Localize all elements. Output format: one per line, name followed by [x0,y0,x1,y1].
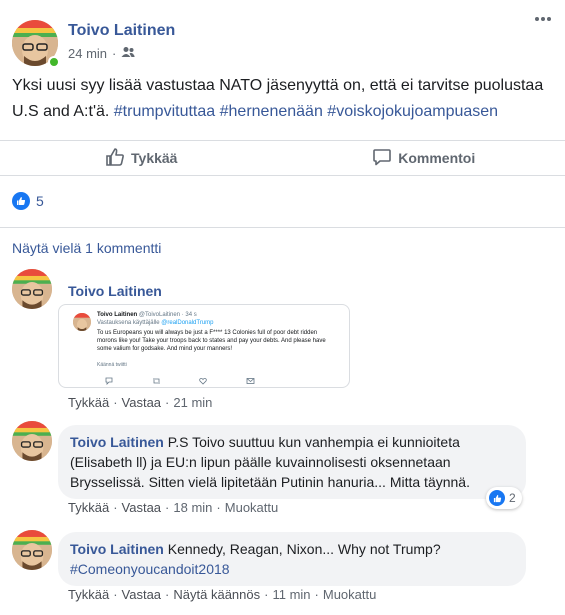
comment-icon [372,147,392,170]
comment-time[interactable]: 21 min [173,395,212,410]
post-action-bar: Tykkää Kommentoi [0,140,565,176]
dot-separator: · [113,500,118,515]
comments-divider [0,227,565,228]
dot-separator: · [113,587,118,602]
hashtag-link[interactable]: #voiskojokujoampuasen [327,103,498,120]
more-options-icon[interactable] [534,6,552,27]
comment-edited-label[interactable]: Muokattu [225,500,278,515]
comment-bubble: Toivo Laitinen P.S Toivo suuttuu kun van… [58,425,526,499]
thumbs-up-icon [105,147,125,170]
tweet-body: To us Europeans you will always be just … [97,330,326,352]
tweet-reply-prefix: Vastauksena käyttäjälle [97,320,160,326]
tweet-actions [105,377,255,387]
meta-separator: · [112,46,117,61]
retweet-icon [152,377,161,387]
see-translation-link[interactable]: Näytä käännös [173,587,260,602]
tweet-reply-line: Vastauksena käyttäjälle @realDonaldTrump [97,320,214,326]
hashtag-link[interactable]: #hernenenään [220,103,323,120]
tweet-author: Toivo Laitinen [97,312,138,318]
comment-button[interactable]: Kommentoi [283,141,565,175]
comment-author-name[interactable]: Toivo Laitinen [68,283,162,299]
comment-bubble: Toivo Laitinen Kennedy, Reagan, Nixon...… [58,532,526,586]
post-meta: 24 min · [68,46,135,61]
commenter-avatar[interactable] [12,530,52,570]
comment-button-label: Kommentoi [398,150,476,166]
comment-author-name[interactable]: Toivo Laitinen [70,541,164,557]
tweet-header: Toivo Laitinen @ToivoLaitinen · 34 s [97,312,197,318]
comment-edited-label[interactable]: Muokattu [323,587,376,602]
dot-separator: · [165,500,170,515]
commenter-avatar[interactable] [12,269,52,309]
dot-separator: · [165,587,170,602]
comment-like-link[interactable]: Tykkää [68,395,109,410]
tweet-avatar [73,313,91,331]
comment-time[interactable]: 11 min [272,587,310,602]
tweet-handle: @ToivoLaitinen · 34 s [138,312,197,318]
tweet-reply-to: @realDonaldTrump [161,320,214,326]
comment-author-name[interactable]: Toivo Laitinen [70,434,164,450]
like-reaction-icon [489,490,505,506]
comment-reaction-count: 2 [509,491,516,505]
post-time[interactable]: 24 min [68,46,107,61]
comment-reply-link[interactable]: Vastaa [122,500,162,515]
comment-like-link[interactable]: Tykkää [68,587,109,602]
reaction-count: 5 [36,193,44,209]
comment-time[interactable]: 18 min [173,500,212,515]
comment-reaction-badge[interactable]: 2 [486,487,522,509]
view-more-comments-link[interactable]: Näytä vielä 1 kommentti [12,240,161,256]
dot-separator: · [165,395,170,410]
comment-actions: Tykkää · Vastaa · 21 min [68,395,212,410]
dot-separator: · [113,395,118,410]
dot-separator: · [216,500,221,515]
hashtag-link[interactable]: #trumpvituttaa [114,103,215,120]
tweet-screenshot-image[interactable]: Toivo Laitinen @ToivoLaitinen · 34 s Vas… [58,304,350,388]
reaction-summary[interactable]: 5 [12,192,44,210]
comment-like-link[interactable]: Tykkää [68,500,109,515]
comment-reply-link[interactable]: Vastaa [122,395,162,410]
like-reaction-icon [12,192,30,210]
dot-separator: · [314,587,319,602]
online-status-dot [48,56,60,68]
comment-actions: Tykkää · Vastaa · 18 min · Muokattu [68,500,278,515]
friends-icon [121,46,135,61]
like-button-label: Tykkää [131,150,178,166]
comment-text: Kennedy, Reagan, Nixon... Why not Trump? [167,541,441,557]
post-author-name[interactable]: Toivo Laitinen [68,22,175,40]
post-text: Yksi uusi syy lisää vastustaa NATO jäsen… [12,73,552,125]
commenter-avatar[interactable] [12,421,52,461]
comment-reply-link[interactable]: Vastaa [122,587,162,602]
comment-actions: Tykkää · Vastaa · Näytä käännös · 11 min… [68,587,376,602]
dot-separator: · [264,587,269,602]
like-icon [199,377,208,387]
like-button[interactable]: Tykkää [0,141,283,175]
reply-icon [105,377,113,387]
tweet-translate: Käännä twiitti [97,362,127,368]
hashtag-link[interactable]: #Comeonyoucandoit2018 [70,561,230,577]
post-header: Toivo Laitinen 24 min · [12,16,552,68]
dm-icon [246,377,255,387]
